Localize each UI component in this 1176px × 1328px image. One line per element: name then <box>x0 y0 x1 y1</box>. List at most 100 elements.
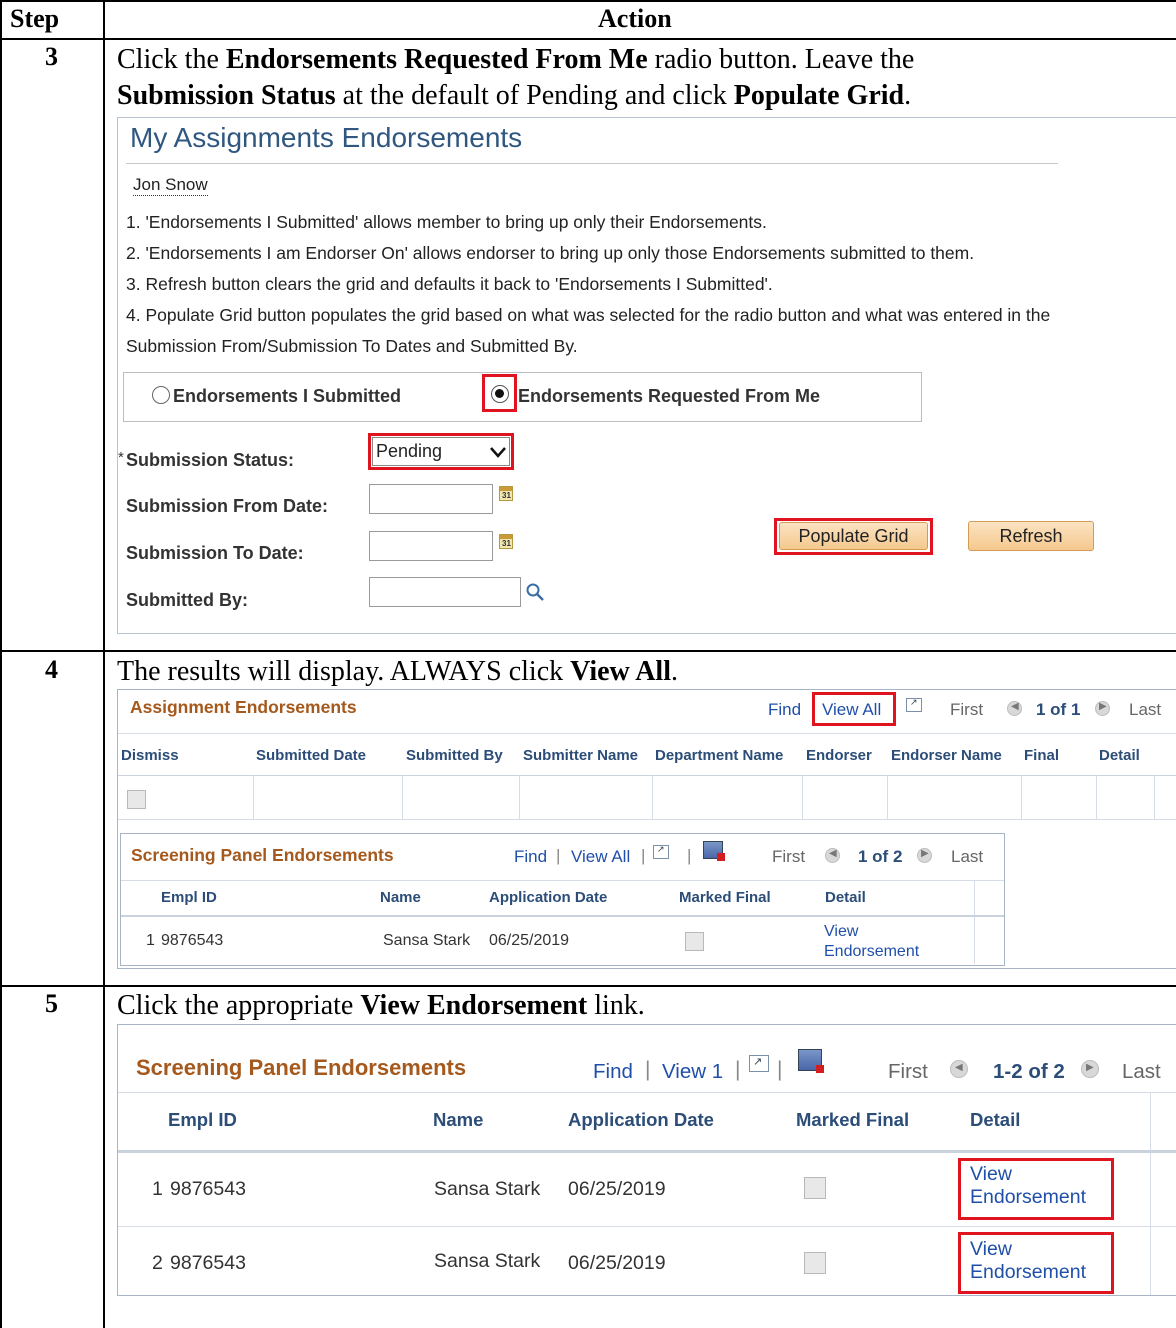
name-cell: Sansa Stark <box>383 932 471 949</box>
column-header: Marked Final <box>679 889 771 906</box>
column-header: Detail <box>1099 747 1140 764</box>
submitted-by-input[interactable] <box>369 577 521 607</box>
calendar-glyph: 31 <box>502 491 511 500</box>
column-header: Final <box>1024 747 1060 764</box>
instruction-note: Submission From/Submission To Dates and … <box>126 336 578 356</box>
link-line[interactable]: Endorsement <box>824 942 919 962</box>
link-line[interactable]: View <box>970 1163 1086 1186</box>
empl-id-cell: 9876543 <box>170 1178 246 1200</box>
instruction-note: 4. Populate Grid button populates the gr… <box>126 305 1051 325</box>
prev-icon[interactable]: ◀ <box>950 1060 968 1078</box>
last-link[interactable]: Last <box>951 847 983 867</box>
page-count: 1 of 1 <box>1036 700 1081 719</box>
view-1-link[interactable]: View 1 <box>662 1060 723 1084</box>
col-sep <box>974 880 975 964</box>
radio-endorsements-submitted[interactable] <box>152 386 170 404</box>
zoom-icon[interactable]: ↗ <box>749 1055 769 1072</box>
next-icon[interactable]: ▶ <box>1081 1060 1099 1078</box>
last-link[interactable]: Last <box>1129 700 1161 720</box>
link-line[interactable]: Endorsement <box>970 1186 1086 1209</box>
row-number: 1 <box>152 1178 163 1200</box>
zoom-icon[interactable]: ↗ <box>653 845 669 859</box>
instruction-text: radio button. Leave the <box>647 44 915 75</box>
grid-row-line <box>118 1150 1176 1153</box>
radio-endorsements-requested[interactable] <box>491 385 509 403</box>
step-number: 4 <box>45 655 58 684</box>
col-sep <box>1150 1092 1151 1295</box>
calendar-icon[interactable]: 31 <box>499 486 513 501</box>
find-link[interactable]: Find <box>768 700 801 720</box>
table-col-divider <box>103 0 105 1328</box>
marked-final-checkbox[interactable] <box>804 1252 826 1274</box>
grid-header-line <box>118 733 1176 734</box>
title-underline <box>126 163 1058 164</box>
radio-label-submitted[interactable]: Endorsements I Submitted <box>173 386 401 407</box>
col-sep <box>519 775 520 819</box>
zoom-icon[interactable]: ↗ <box>906 698 922 712</box>
view-all-link[interactable]: View All <box>822 700 881 720</box>
first-link[interactable]: First <box>888 1060 928 1084</box>
prev-icon[interactable]: ◀ <box>1007 701 1022 716</box>
instruction-note: 3. Refresh button clears the grid and de… <box>126 274 773 294</box>
radio-label-requested[interactable]: Endorsements Requested From Me <box>518 386 820 407</box>
instruction-text: Click the <box>117 44 226 75</box>
prev-icon[interactable]: ◀ <box>825 848 840 863</box>
find-link[interactable]: Find <box>514 847 547 867</box>
step-instruction-line: Submission Status at the default of Pend… <box>117 80 911 112</box>
populate-grid-button[interactable]: Populate Grid <box>779 522 928 550</box>
download-excel-icon[interactable] <box>703 841 725 861</box>
col-sep <box>1154 775 1155 819</box>
find-link[interactable]: Find <box>593 1060 633 1084</box>
download-excel-icon[interactable] <box>798 1049 824 1073</box>
view-all-link[interactable]: View All <box>571 847 630 867</box>
col-sep <box>253 775 254 819</box>
link-line[interactable]: View <box>970 1238 1086 1261</box>
calendar-icon[interactable]: 31 <box>499 534 513 549</box>
zoom-glyph: ↗ <box>910 698 918 708</box>
link-line[interactable]: Endorsement <box>970 1261 1086 1284</box>
link-line[interactable]: View <box>824 922 919 942</box>
first-link[interactable]: First <box>772 847 805 867</box>
refresh-button[interactable]: Refresh <box>968 521 1094 551</box>
date-cell: 06/25/2019 <box>489 932 570 949</box>
marked-final-checkbox[interactable] <box>685 932 704 951</box>
column-header: Empl ID <box>168 1109 237 1130</box>
grid-title: Assignment Endorsements <box>130 697 357 717</box>
submission-status-select[interactable]: Pending <box>372 437 510 466</box>
view-endorsement-link[interactable]: View Endorsement <box>970 1163 1086 1209</box>
search-icon[interactable] <box>525 582 545 602</box>
marked-final-checkbox[interactable] <box>804 1177 826 1199</box>
submission-from-label: Submission From Date: <box>126 496 329 516</box>
zoom-glyph: ↗ <box>657 845 665 855</box>
first-link[interactable]: First <box>950 700 983 720</box>
user-name: Jon Snow <box>133 175 208 196</box>
next-icon[interactable]: ▶ <box>1095 701 1110 716</box>
row-divider-3-4 <box>0 650 1176 652</box>
zoom-glyph: ↗ <box>753 1055 763 1068</box>
instruction-emphasis: View All <box>570 656 671 687</box>
separator: | <box>556 846 561 865</box>
column-header: Detail <box>825 889 866 906</box>
view-endorsement-link[interactable]: View Endorsement <box>824 922 919 962</box>
select-value: Pending <box>376 441 443 461</box>
column-header: Submitted Date <box>256 747 367 764</box>
step-instruction-line: The results will display. ALWAYS click V… <box>117 656 678 688</box>
column-header: Marked Final <box>796 1109 910 1130</box>
step-instruction-line: Click the Endorsements Requested From Me… <box>117 44 914 76</box>
column-header: Application Date <box>489 889 608 906</box>
last-link[interactable]: Last <box>1122 1060 1161 1084</box>
name-cell: Sansa Stark <box>434 1178 541 1200</box>
dismiss-checkbox[interactable] <box>127 790 146 809</box>
instruction-note: 1. 'Endorsements I Submitted' allows mem… <box>126 212 767 232</box>
calendar-glyph: 31 <box>502 539 511 548</box>
page-count: 1 of 2 <box>858 847 903 866</box>
submission-to-input[interactable] <box>369 531 493 561</box>
submission-from-input[interactable] <box>369 484 493 514</box>
view-endorsement-link[interactable]: View Endorsement <box>970 1238 1086 1284</box>
col-sep <box>652 775 653 819</box>
next-icon[interactable]: ▶ <box>917 848 932 863</box>
empl-id-cell: 9876543 <box>161 932 224 949</box>
step-instruction-line: Click the appropriate View Endorsement l… <box>117 990 645 1022</box>
step-number: 3 <box>45 42 58 71</box>
instruction-text: at the default of Pending and click <box>335 80 734 111</box>
